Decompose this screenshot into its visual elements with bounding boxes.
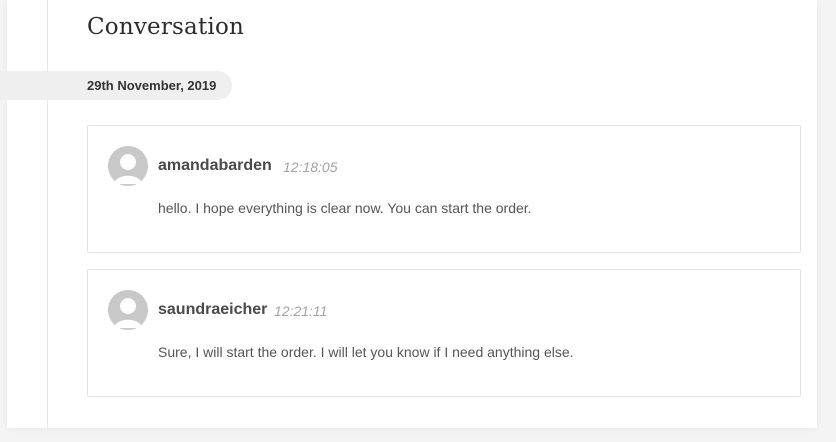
- user-avatar-icon: [108, 146, 148, 186]
- message-username[interactable]: saundraeicher: [158, 301, 267, 319]
- message-card: saundraeicher 12:21:11 Sure, I will star…: [87, 269, 801, 397]
- message-card: amandabarden 12:18:05 hello. I hope ever…: [87, 125, 801, 253]
- message-text: hello. I hope everything is clear now. Y…: [158, 200, 532, 216]
- message-timestamp: 12:18:05: [283, 159, 338, 175]
- timeline-line: [47, 0, 48, 428]
- avatar[interactable]: [108, 290, 148, 330]
- page-title: Conversation: [87, 14, 245, 40]
- conversation-panel: Conversation 29th November, 2019 amandab…: [0, 0, 817, 428]
- user-avatar-icon: [108, 290, 148, 330]
- date-badge: 29th November, 2019: [0, 71, 232, 100]
- avatar[interactable]: [108, 146, 148, 186]
- message-username[interactable]: amandabarden: [158, 157, 272, 175]
- message-text: Sure, I will start the order. I will let…: [158, 344, 574, 360]
- message-timestamp: 12:21:11: [274, 303, 328, 319]
